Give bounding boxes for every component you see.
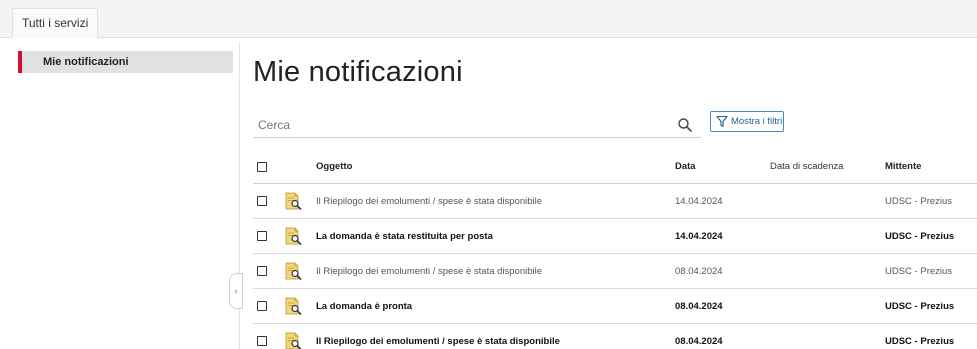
table-row[interactable]: La domanda è pronta 08.04.2024 UDSC - Pr…: [253, 289, 977, 324]
row-date: 08.04.2024: [675, 265, 723, 277]
row-sender: UDSC - Prezius: [885, 300, 955, 312]
search-input[interactable]: [253, 113, 653, 137]
document-magnifier-icon: [285, 227, 302, 245]
row-checkbox[interactable]: [257, 336, 267, 346]
column-header-due-date[interactable]: Data di scadenza: [770, 150, 843, 183]
row-sender: UDSC - Prezius: [885, 230, 955, 242]
row-sender: UDSC - Prezius: [885, 335, 955, 347]
row-checkbox[interactable]: [257, 301, 267, 311]
document-magnifier-icon: [285, 192, 302, 210]
row-subject: Il Riepilogo dei emolumenti / spese è st…: [316, 265, 543, 277]
document-magnifier-icon: [285, 297, 302, 315]
document-magnifier-icon: [285, 332, 302, 349]
page-title: Mie notificazioni: [253, 56, 463, 88]
main-content: Mie notificazioni Mostra i filtri Oggett…: [253, 0, 977, 349]
table-body: Il Riepilogo dei emolumenti / spese è st…: [253, 184, 977, 349]
select-all-checkbox[interactable]: [257, 161, 267, 172]
table-row[interactable]: Il Riepilogo dei emolumenti / spese è st…: [253, 254, 977, 289]
column-header-subject[interactable]: Oggetto: [316, 150, 352, 183]
notifications-table: Oggetto Data Data di scadenza Mittente I…: [253, 150, 977, 349]
table-row[interactable]: Il Riepilogo dei emolumenti / spese è st…: [253, 184, 977, 219]
row-checkbox[interactable]: [257, 266, 267, 276]
search-icon[interactable]: [677, 117, 693, 133]
show-filters-label: Mostra i filtri: [731, 116, 783, 127]
sidebar-collapse-button[interactable]: ‹: [229, 273, 243, 309]
row-date: 14.04.2024: [675, 230, 723, 242]
row-date: 14.04.2024: [675, 195, 723, 207]
row-sender: UDSC - Prezius: [885, 265, 953, 277]
tab-all-services[interactable]: Tutti i servizi: [12, 8, 99, 38]
table-row[interactable]: Il Riepilogo dei emolumenti / spese è st…: [253, 324, 977, 349]
table-header-row: Oggetto Data Data di scadenza Mittente: [253, 150, 977, 184]
row-date: 08.04.2024: [675, 300, 723, 312]
row-subject: Il Riepilogo dei emolumenti / spese è st…: [316, 335, 560, 347]
table-row[interactable]: La domanda è stata restituita per posta …: [253, 219, 977, 254]
show-filters-button[interactable]: Mostra i filtri: [710, 111, 784, 132]
row-subject: La domanda è pronta: [316, 300, 413, 312]
sidebar: Mie notificazioni: [0, 42, 240, 349]
column-header-date[interactable]: Data: [675, 150, 696, 183]
row-checkbox[interactable]: [257, 196, 267, 206]
document-magnifier-icon: [285, 262, 302, 280]
sidebar-item-my-notifications[interactable]: Mie notificazioni: [18, 51, 233, 73]
column-header-sender[interactable]: Mittente: [885, 150, 921, 183]
row-checkbox[interactable]: [257, 231, 267, 241]
funnel-icon: [716, 115, 728, 128]
row-sender: UDSC - Prezius: [885, 195, 953, 207]
row-subject: La domanda è stata restituita per posta: [316, 230, 493, 242]
row-subject: Il Riepilogo dei emolumenti / spese è st…: [316, 195, 543, 207]
search-bar: [253, 113, 701, 138]
row-date: 08.04.2024: [675, 335, 723, 347]
